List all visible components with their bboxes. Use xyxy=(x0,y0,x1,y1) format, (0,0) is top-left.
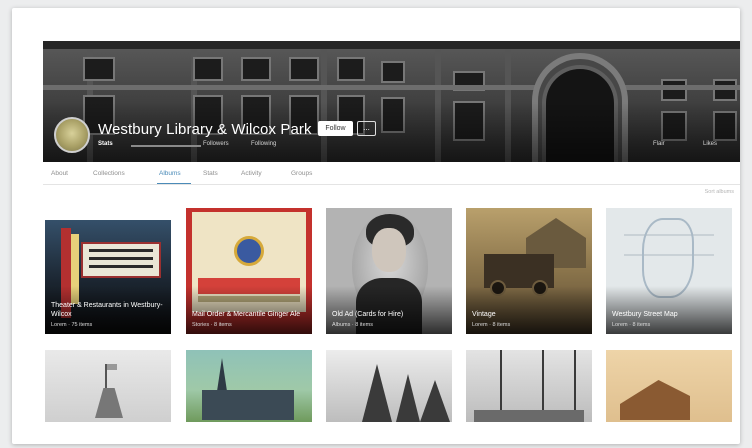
album-cover-art xyxy=(372,228,406,272)
banner-window xyxy=(241,57,271,81)
avatar-image[interactable] xyxy=(54,117,90,153)
likes-link[interactable]: Likes xyxy=(703,141,717,147)
album-title: Old Ad (Cards for Hire) xyxy=(332,311,404,318)
album-cover-art xyxy=(95,388,123,418)
stat-count: Stats xyxy=(98,141,113,147)
following-link[interactable]: Following xyxy=(251,141,276,147)
album-card[interactable] xyxy=(466,350,592,422)
album-cover-art xyxy=(420,380,450,422)
album-card[interactable] xyxy=(606,350,732,422)
more-options-icon[interactable]: ... xyxy=(357,121,376,136)
album-meta: Lorem · 8 items xyxy=(472,322,511,328)
album-card[interactable] xyxy=(326,350,452,422)
album-meta: Albums · 8 items xyxy=(332,322,373,328)
album-cover-art xyxy=(107,364,117,370)
album-cover-art xyxy=(396,374,420,422)
album-card[interactable]: Vintage Lorem · 8 items xyxy=(466,208,592,334)
banner-window xyxy=(83,57,115,81)
tab-albums[interactable]: Albums xyxy=(159,170,181,177)
stat-divider xyxy=(131,145,201,147)
tab-collections[interactable]: Collections xyxy=(93,170,125,177)
follow-button[interactable]: Follow xyxy=(318,121,353,136)
album-card[interactable]: Theater & Restaurants in Westbury-Wilcox… xyxy=(45,220,171,334)
tab-activity[interactable]: Activity xyxy=(241,170,262,177)
album-title: Vintage xyxy=(472,311,496,318)
album-card[interactable]: Mail Order & Mercantile Ginger Ale Stori… xyxy=(186,208,312,334)
album-cover-art xyxy=(474,410,584,422)
banner-window xyxy=(713,79,737,101)
album-card[interactable] xyxy=(186,350,312,422)
banner-roofline xyxy=(43,41,740,49)
flair-link[interactable]: Flair xyxy=(653,141,665,147)
banner-window xyxy=(661,79,687,101)
page-title: Westbury Library & Wilcox Park xyxy=(98,121,312,138)
album-title: Theater & Restaurants in Westbury-Wilcox xyxy=(51,302,163,318)
tab-stats[interactable]: Stats xyxy=(203,170,218,177)
tabs-divider xyxy=(43,184,740,185)
tab-groups[interactable]: Groups xyxy=(291,170,312,177)
banner-window xyxy=(381,61,405,83)
album-title: Mail Order & Mercantile Ginger Ale xyxy=(192,311,301,318)
profile-tabs: About Collections Albums Stats Activity … xyxy=(43,166,740,185)
album-title: Westbury Street Map xyxy=(612,311,678,318)
album-cover-art xyxy=(620,380,690,420)
banner-window xyxy=(193,57,223,81)
album-card[interactable] xyxy=(45,350,171,422)
profile-banner: Westbury Library & Wilcox Park Follow ..… xyxy=(43,41,740,162)
album-meta: Lorem · 75 items xyxy=(51,322,93,328)
album-cover-art xyxy=(362,364,392,422)
album-card[interactable]: Westbury Street Map Lorem · 8 items xyxy=(606,208,732,334)
banner-window xyxy=(289,57,319,81)
banner-window xyxy=(337,57,365,81)
tab-about[interactable]: About xyxy=(51,170,68,177)
album-meta: Lorem · 8 items xyxy=(612,322,651,328)
app-window: Westbury Library & Wilcox Park Follow ..… xyxy=(12,8,740,444)
banner-ledge xyxy=(43,85,740,90)
album-cover-art xyxy=(81,242,161,278)
album-cover-art xyxy=(202,390,294,420)
sort-albums-link[interactable]: Sort albums xyxy=(705,189,734,195)
album-cover-art xyxy=(206,215,292,229)
album-meta: Stories · 8 items xyxy=(192,322,232,328)
album-cover-art xyxy=(234,236,264,266)
followers-link[interactable]: Followers xyxy=(203,141,229,147)
album-card[interactable]: Old Ad (Cards for Hire) Albums · 8 items xyxy=(326,208,452,334)
